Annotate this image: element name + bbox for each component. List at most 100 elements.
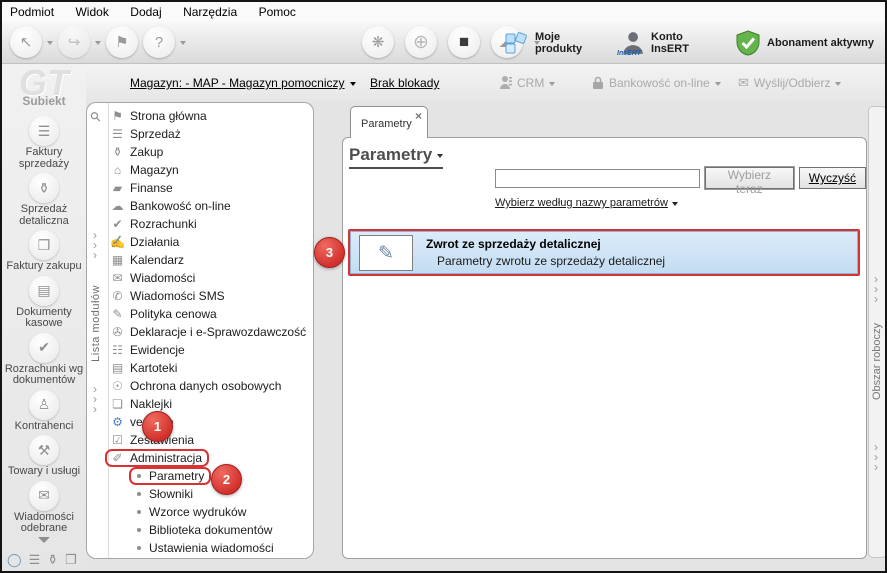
help-icon[interactable]: ? (143, 26, 175, 58)
modules-list-item[interactable]: ▦ Kalendarz (110, 251, 184, 269)
item-label: Naklejki (130, 397, 173, 411)
sidebar-module[interactable]: ⚒ Towary i usługi (3, 435, 85, 478)
modules-list-item[interactable]: ✇ Deklaracje i e-Sprawozdawczość (110, 323, 306, 341)
collapse-handle[interactable]: › › › (874, 273, 878, 305)
item-label: Ustawienia wiadomości (149, 541, 274, 555)
select-arrow-icon[interactable]: ↖ (10, 26, 42, 58)
modules-list-item[interactable]: ⚑ Strona główna (110, 107, 207, 125)
cards-icon: ▤ (111, 361, 124, 375)
workspace-strip[interactable]: › › › Obszar roboczy › › › (868, 106, 885, 558)
modules-list-item[interactable]: ✎ Polityka cenowa (110, 305, 216, 323)
collapse-handle[interactable]: › › › (93, 229, 97, 261)
search-icon[interactable]: ⚲ (87, 108, 105, 126)
item-icon (137, 528, 141, 532)
modules-list-item[interactable]: ☉ Ochrona danych osobowych (110, 377, 281, 395)
wallet-icon: ▰ (112, 181, 123, 195)
sidebar-module[interactable]: ⚱ Sprzedaż detaliczna (3, 173, 85, 227)
chevron-down-icon[interactable] (47, 40, 53, 48)
modules-list-item[interactable]: Ustawienia wiadomości (134, 539, 274, 557)
menu-item[interactable]: Narzędzia (183, 2, 237, 22)
subscription-status-button[interactable]: Abonament aktywny (728, 28, 881, 58)
online-banking-menu[interactable]: Bankowość on-line (592, 64, 721, 102)
modules-list-item[interactable]: ☷ Ewidencje (110, 341, 185, 359)
cash-documents-icon: ▤ (29, 275, 59, 306)
cube-icon[interactable]: ■ (448, 26, 480, 58)
parameter-result-item[interactable]: ✎ Zwrot ze sprzedaży detalicznej Paramet… (348, 229, 860, 276)
clear-button[interactable]: Wyczyść (798, 167, 866, 189)
item-label: Administracja (130, 451, 203, 465)
modules-list-item[interactable]: ▤ Kartoteki (110, 359, 178, 377)
view-coins-icon[interactable]: ☰ (29, 552, 41, 568)
sidebar-module[interactable]: ✉ Wiadomości odebrane (3, 480, 85, 535)
sidebar-module[interactable]: ❒ Faktury zakupu (3, 230, 85, 273)
module-label: Dokumenty kasowe (16, 305, 72, 329)
modules-list-item[interactable]: ❏ Naklejki (110, 395, 172, 413)
collapse-handle[interactable]: › › › (874, 441, 878, 473)
sidebar-module[interactable]: ♙ Kontrahenci (3, 389, 85, 433)
globe-icon[interactable]: ⊕ (405, 26, 437, 58)
warehouse-selector[interactable]: Magazyn: - MAP - Magazyn pomocniczy (130, 64, 356, 102)
item-label: Magazyn (130, 163, 179, 177)
parametry-panel: Parametry Wybierz teraz Wyczyść Wybierz … (342, 137, 867, 559)
item-label: Kartoteki (130, 361, 178, 375)
sidebar-module[interactable]: ☰ Faktury sprzedaży (3, 116, 85, 170)
insert-account-button[interactable]: InsERT Konto InsERT (612, 28, 720, 58)
app-window: Podmiot Widok Dodaj Narzędzia Pomoc ↖ ↪ … (0, 0, 887, 573)
choose-now-button[interactable]: Wybierz teraz (705, 167, 794, 196)
workspace-vertical-label: Obszar roboczy (871, 323, 883, 401)
modules-list-item[interactable]: ☰ Sprzedaż (110, 125, 181, 143)
page-title-menu[interactable]: Parametry (349, 145, 444, 169)
menu-item[interactable]: Podmiot (10, 2, 54, 22)
modules-list-item[interactable]: ▰ Finanse (110, 179, 173, 197)
collapse-handle[interactable]: › › › (93, 383, 97, 415)
view-home-icon[interactable]: ◯ (7, 552, 22, 568)
parameter-search-input[interactable] (495, 168, 701, 188)
pricing-icon: ✎ (112, 307, 123, 321)
flag-icon[interactable]: ⚑ (106, 26, 138, 58)
tab-parametry[interactable]: Parametry × (350, 106, 428, 138)
chevron-down-icon (549, 81, 556, 89)
modules-list-item[interactable]: ⌂ Magazyn (110, 161, 179, 179)
modules-list-item[interactable]: ✐ Administracja (105, 449, 210, 467)
item-label: Biblioteka dokumentów (149, 523, 273, 537)
warehouse-link[interactable]: Magazyn: - MAP - Magazyn pomocniczy (130, 76, 345, 90)
chevron-down-icon[interactable] (180, 40, 186, 48)
send-receive-menu[interactable]: ✉ Wyślij/Odbierz (738, 64, 842, 102)
menu-item[interactable]: Dodaj (130, 2, 161, 22)
menu-item[interactable]: Widok (75, 2, 108, 22)
forward-arrow-icon[interactable]: ↪ (58, 26, 90, 58)
view-basket-icon[interactable]: ⚱ (47, 552, 58, 568)
modules-list-item[interactable]: Wzorce wydruków (134, 503, 246, 521)
sidebar-modules: ☰ Faktury sprzedaży ⚱ Sprzedaż detaliczn… (2, 116, 86, 537)
filter-by-name-dropdown[interactable]: Wybierz według nazwy parametrów (495, 197, 678, 209)
sync-dots-icon[interactable]: ❋ (362, 26, 394, 58)
sidebar-module[interactable]: ▤ Dokumenty kasowe (3, 275, 85, 330)
chevron-down-icon[interactable] (95, 40, 101, 48)
modules-list-item[interactable]: ✆ Wiadomości SMS (110, 287, 224, 305)
sidebar-module[interactable]: ✔ Rozrachunki wg dokumentów (3, 332, 85, 387)
sidebar-more-arrow-icon[interactable] (38, 537, 50, 549)
toolbar-right-group: Moje produkty InsERT Konto InsERT Abonam (496, 24, 881, 62)
modules-list-item[interactable]: Parametry (129, 467, 212, 485)
item-icon (137, 492, 141, 496)
modules-list-item[interactable]: Biblioteka dokumentów (134, 521, 272, 539)
view-box-icon[interactable]: ❒ (65, 552, 77, 568)
item-label: Bankowość on-line (130, 199, 231, 213)
modules-list-item[interactable]: ☁ Bankowość on-line (110, 197, 231, 215)
crm-menu[interactable]: CRM (500, 64, 556, 102)
menu-item[interactable]: Pomoc (259, 2, 296, 22)
send-receive-label: Wyślij/Odbierz (753, 76, 831, 90)
actions-icon: ✍ (110, 235, 125, 249)
modules-list-item[interactable]: ✉ Wiadomości (110, 269, 195, 287)
modules-list-item[interactable]: ⚱ Zakup (110, 143, 163, 161)
modules-list-item[interactable]: ✔ Rozrachunki (110, 215, 196, 233)
modules-list-item[interactable]: ✍ Działania (110, 233, 179, 251)
modules-list-item[interactable]: Słowniki (134, 485, 193, 503)
close-icon[interactable]: × (415, 109, 422, 123)
module-shortcut-sidebar: GT Subiekt ☰ Faktury sprzedaży ⚱ Sprzeda… (2, 62, 86, 571)
my-products-button[interactable]: Moje produkty (496, 28, 604, 58)
lock-status-link[interactable]: Brak blokady (370, 76, 439, 90)
item-label: Deklaracje i e-Sprawozdawczość (130, 325, 307, 339)
lock-status[interactable]: Brak blokady (370, 64, 439, 102)
item-label: Strona główna (130, 109, 207, 123)
